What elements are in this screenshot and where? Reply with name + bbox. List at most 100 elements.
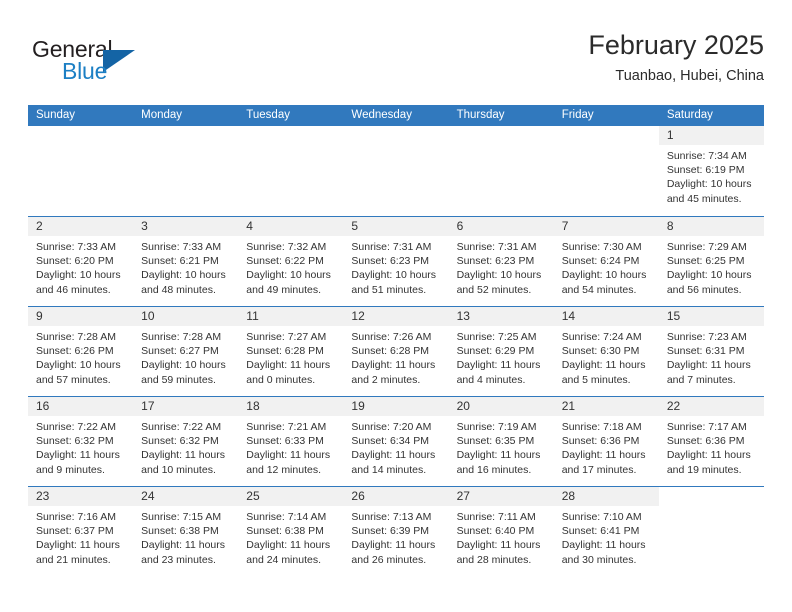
- calendar-day-cell[interactable]: 12 Sunrise: 7:26 AM Sunset: 6:28 PM Dayligh…: [343, 307, 449, 396]
- calendar-day-cell[interactable]: 14 Sunrise: 7:24 AM Sunset: 6:30 PM Dayligh…: [553, 307, 659, 396]
- weekday-friday: Friday: [561, 109, 594, 121]
- daylight-text-line1: Daylight: 11 hours: [351, 449, 436, 462]
- daylight-text-line2: and 56 minutes.: [666, 283, 742, 296]
- calendar-day-cell[interactable]: 3 Sunrise: 7:33 AM Sunset: 6:21 PM Daylight…: [133, 217, 239, 306]
- daylight-text-line2: and 48 minutes.: [141, 283, 216, 296]
- daylight-text-line2: and 10 minutes.: [141, 463, 216, 476]
- sunrise-text: Sunrise: 7:29 AM: [666, 241, 747, 253]
- calendar-day-cell[interactable]: 27 Sunrise: 7:11 AM Sunset: 6:40 PM Dayligh…: [448, 487, 554, 576]
- sunrise-text: Sunrise: 7:22 AM: [141, 421, 222, 433]
- day-number: 18: [246, 399, 260, 413]
- daylight-text-line1: Daylight: 11 hours: [351, 359, 436, 372]
- calendar-day-cell[interactable]: 4 Sunrise: 7:32 AM Sunset: 6:22 PM Daylight…: [238, 217, 344, 306]
- calendar-empty-cell: [658, 487, 764, 576]
- calendar-day-cell[interactable]: 28 Sunrise: 7:10 AM Sunset: 6:41 PM Dayligh…: [553, 487, 659, 576]
- calendar-day-cell[interactable]: 11 Sunrise: 7:27 AM Sunset: 6:28 PM Dayligh…: [238, 307, 344, 396]
- sunset-text: Sunset: 6:40 PM: [456, 525, 535, 538]
- sunset-text: Sunset: 6:41 PM: [561, 525, 640, 538]
- day-number-band: 7: [553, 217, 659, 236]
- day-number: 15: [666, 309, 681, 323]
- day-number: 14: [561, 309, 576, 323]
- calendar-day-cell[interactable]: 5 Sunrise: 7:31 AM Sunset: 6:23 PM Daylight…: [343, 217, 449, 306]
- sunset-text: Sunset: 6:36 PM: [666, 435, 745, 448]
- daylight-text-line1: Daylight: 10 hours: [456, 269, 542, 282]
- day-number: 11: [246, 309, 259, 323]
- day-details: Sunrise: 7:22 AM Sunset: 6:32 PM Daylight:…: [133, 416, 238, 477]
- daylight-text-line1: Daylight: 11 hours: [456, 539, 541, 552]
- calendar-day-cell[interactable]: 25 Sunrise: 7:14 AM Sunset: 6:38 PM Dayligh…: [238, 487, 344, 576]
- calendar-day-cell[interactable]: 16 Sunrise: 7:22 AM Sunset: 6:32 PM Dayligh…: [28, 397, 134, 486]
- calendar-grid: Sunday Monday Tuesday Wednesday Thursday…: [28, 105, 764, 576]
- calendar-day-cell[interactable]: 9 Sunrise: 7:28 AM Sunset: 6:26 PM Daylight…: [28, 307, 134, 396]
- day-details: Sunrise: 7:15 AM Sunset: 6:38 PM Daylight:…: [133, 506, 238, 567]
- day-number: 6: [456, 219, 464, 233]
- calendar-day-cell[interactable]: 6 Sunrise: 7:31 AM Sunset: 6:23 PM Daylight…: [448, 217, 554, 306]
- sunset-text: Sunset: 6:19 PM: [666, 164, 745, 177]
- calendar-day-cell[interactable]: 8 Sunrise: 7:29 AM Sunset: 6:25 PM Daylight…: [658, 217, 764, 306]
- daylight-text-line2: and 21 minutes.: [36, 553, 111, 566]
- calendar-day-cell[interactable]: 1 Sunrise: 7:34 AM Sunset: 6:19 PM Daylight…: [658, 126, 764, 216]
- day-number-band: 25: [238, 487, 344, 506]
- sunrise-text: Sunrise: 7:31 AM: [456, 241, 537, 253]
- calendar-day-cell[interactable]: 10 Sunrise: 7:28 AM Sunset: 6:27 PM Dayligh…: [133, 307, 239, 396]
- calendar-day-cell[interactable]: 13 Sunrise: 7:25 AM Sunset: 6:29 PM Dayligh…: [448, 307, 554, 396]
- day-details: Sunrise: 7:26 AM Sunset: 6:28 PM Daylight:…: [343, 326, 448, 387]
- calendar-day-cell[interactable]: 23 Sunrise: 7:16 AM Sunset: 6:37 PM Dayligh…: [28, 487, 134, 576]
- sunrise-text: Sunrise: 7:27 AM: [246, 331, 327, 343]
- calendar-day-cell[interactable]: 17 Sunrise: 7:22 AM Sunset: 6:32 PM Dayligh…: [133, 397, 239, 486]
- calendar-day-cell[interactable]: 15 Sunrise: 7:23 AM Sunset: 6:31 PM Dayligh…: [658, 307, 764, 396]
- daylight-text-line2: and 59 minutes.: [141, 373, 216, 386]
- day-details: Sunrise: 7:17 AM Sunset: 6:36 PM Daylight:…: [659, 416, 764, 477]
- calendar-day-cell[interactable]: 7 Sunrise: 7:30 AM Sunset: 6:24 PM Daylight…: [553, 217, 659, 306]
- daylight-text-line2: and 23 minutes.: [141, 553, 216, 566]
- sunset-text: Sunset: 6:30 PM: [561, 345, 640, 358]
- calendar-day-cell[interactable]: 20 Sunrise: 7:19 AM Sunset: 6:35 PM Dayligh…: [448, 397, 554, 486]
- daylight-text-line2: and 30 minutes.: [561, 553, 637, 566]
- sunrise-text: Sunrise: 7:34 AM: [666, 150, 747, 162]
- weekday-saturday: Saturday: [666, 109, 713, 121]
- day-number: 21: [561, 399, 576, 413]
- logo-text-blue: Blue: [62, 58, 108, 84]
- sunset-text: Sunset: 6:38 PM: [246, 525, 324, 538]
- daylight-text-line1: Daylight: 11 hours: [456, 449, 541, 462]
- sunset-text: Sunset: 6:28 PM: [351, 345, 430, 358]
- day-number-band: 9: [28, 307, 134, 326]
- day-details: Sunrise: 7:30 AM Sunset: 6:24 PM Daylight:…: [554, 236, 659, 297]
- sunrise-text: Sunrise: 7:24 AM: [561, 331, 642, 343]
- daylight-text-line1: Daylight: 11 hours: [666, 359, 751, 372]
- sunrise-text: Sunrise: 7:18 AM: [561, 421, 642, 433]
- daylight-text-line1: Daylight: 10 hours: [141, 269, 226, 282]
- calendar-day-cell[interactable]: 18 Sunrise: 7:21 AM Sunset: 6:33 PM Dayligh…: [238, 397, 344, 486]
- calendar-day-cell[interactable]: 19 Sunrise: 7:20 AM Sunset: 6:34 PM Dayligh…: [343, 397, 449, 486]
- day-details: Sunrise: 7:29 AM Sunset: 6:25 PM Daylight:…: [659, 236, 764, 297]
- general-blue-logo[interactable]: General Blue: [32, 36, 232, 92]
- day-details: Sunrise: 7:34 AM Sunset: 6:19 PM Daylight:…: [659, 145, 764, 206]
- day-number: 23: [36, 489, 50, 503]
- day-number-band: 20: [448, 397, 554, 416]
- day-number: 10: [141, 309, 155, 323]
- sunrise-text: Sunrise: 7:23 AM: [666, 331, 747, 343]
- calendar-day-cell[interactable]: 24 Sunrise: 7:15 AM Sunset: 6:38 PM Dayligh…: [133, 487, 239, 576]
- calendar-day-cell[interactable]: 2 Sunrise: 7:33 AM Sunset: 6:20 PM Daylight…: [28, 217, 134, 306]
- day-number-band: 22: [658, 397, 764, 416]
- sunrise-text: Sunrise: 7:33 AM: [141, 241, 222, 253]
- calendar-week-row: 16 Sunrise: 7:22 AM Sunset: 6:32 PM Dayligh…: [28, 396, 764, 486]
- calendar-day-cell[interactable]: 26 Sunrise: 7:13 AM Sunset: 6:39 PM Dayligh…: [343, 487, 449, 576]
- sunrise-text: Sunrise: 7:31 AM: [351, 241, 432, 253]
- calendar-week-row: 9 Sunrise: 7:28 AM Sunset: 6:26 PM Daylight…: [28, 306, 764, 396]
- day-number: 3: [141, 219, 148, 233]
- day-number: 4: [246, 219, 253, 233]
- day-number: 5: [351, 219, 359, 233]
- daylight-text-line1: Daylight: 11 hours: [246, 449, 331, 462]
- calendar-day-cell[interactable]: 21 Sunrise: 7:18 AM Sunset: 6:36 PM Dayligh…: [553, 397, 659, 486]
- calendar-empty-cell: [448, 126, 554, 216]
- day-details: Sunrise: 7:19 AM Sunset: 6:35 PM Daylight:…: [449, 416, 554, 477]
- daylight-text-line2: and 12 minutes.: [246, 463, 321, 476]
- daylight-text-line1: Daylight: 11 hours: [561, 359, 646, 372]
- daylight-text-line1: Daylight: 11 hours: [351, 539, 436, 552]
- weekday-thursday: Thursday: [456, 109, 505, 121]
- calendar-day-cell[interactable]: 22 Sunrise: 7:17 AM Sunset: 6:36 PM Dayligh…: [658, 397, 764, 486]
- sunset-text: Sunset: 6:35 PM: [456, 435, 535, 448]
- sunset-text: Sunset: 6:20 PM: [36, 255, 114, 268]
- sunset-text: Sunset: 6:32 PM: [141, 435, 219, 448]
